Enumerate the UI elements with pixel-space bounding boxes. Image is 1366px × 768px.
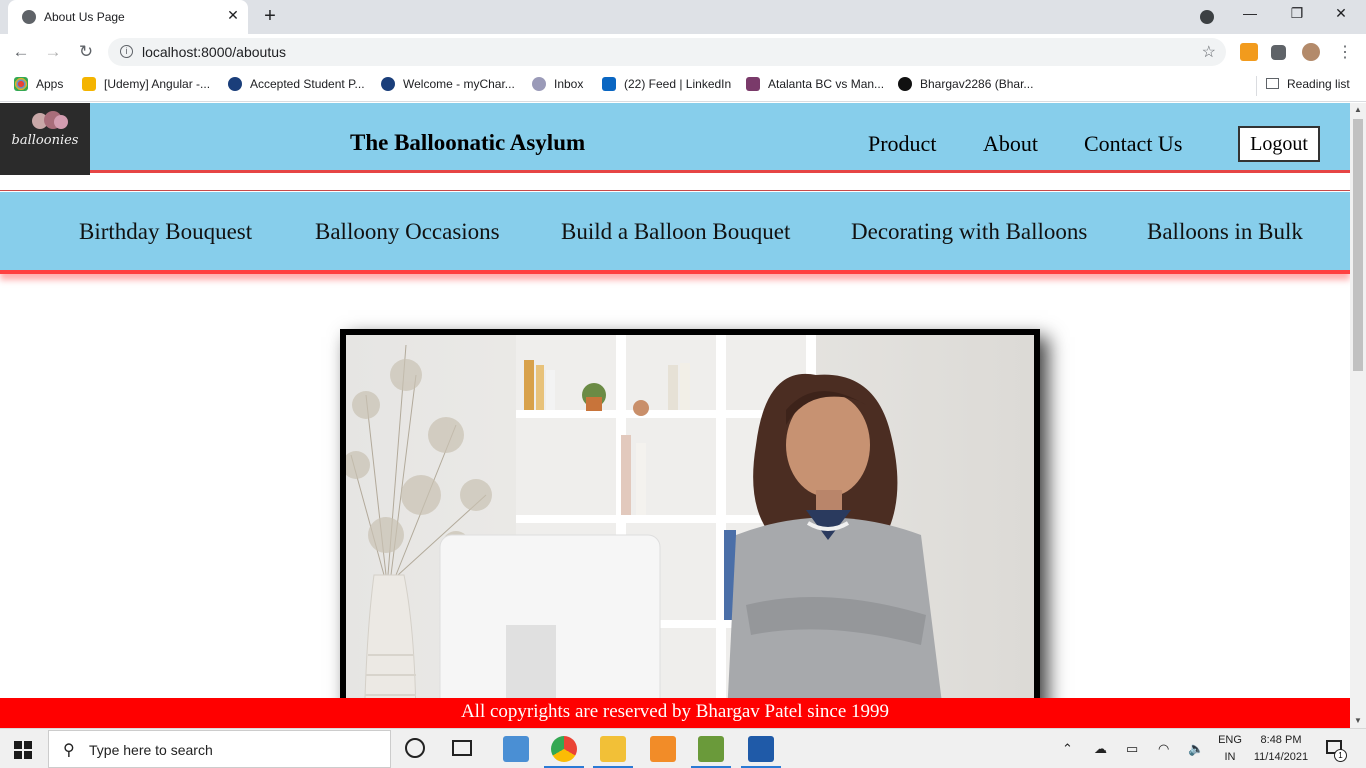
tab-search-icon[interactable] bbox=[1200, 10, 1214, 24]
bookmark-github[interactable]: Bhargav2286 (Bhar... bbox=[898, 77, 1033, 91]
minimize-icon[interactable]: — bbox=[1238, 5, 1262, 21]
github-icon bbox=[898, 77, 912, 91]
nav-contact-us[interactable]: Contact Us bbox=[1084, 131, 1182, 157]
new-tab-button[interactable]: + bbox=[259, 5, 281, 28]
cortana-icon[interactable] bbox=[405, 738, 425, 758]
header-divider bbox=[0, 190, 1350, 191]
restore-icon[interactable]: ❐ bbox=[1285, 5, 1309, 22]
desktop-app-icon[interactable] bbox=[503, 736, 529, 762]
file-explorer-icon[interactable] bbox=[600, 736, 626, 762]
battery-icon[interactable]: ▭ bbox=[1126, 741, 1138, 757]
tray-chevron-icon[interactable]: ⌃ bbox=[1062, 741, 1073, 757]
category-balloony-occasions[interactable]: Balloony Occasions bbox=[315, 219, 500, 245]
bookmark-star-icon[interactable]: ☆ bbox=[1202, 42, 1216, 62]
taskbar-search-box[interactable]: ⚲ Type here to search bbox=[48, 730, 391, 768]
scroll-down-icon[interactable]: ▼ bbox=[1350, 714, 1366, 728]
chrome-icon[interactable] bbox=[551, 736, 577, 762]
linkedin-icon bbox=[602, 77, 616, 91]
mail-icon bbox=[532, 77, 546, 91]
onedrive-cloud-icon[interactable]: ☁ bbox=[1094, 741, 1107, 757]
site-info-icon[interactable]: i bbox=[120, 45, 133, 58]
bookmarks-divider bbox=[1256, 76, 1257, 96]
extension-shopping-icon[interactable] bbox=[1240, 43, 1258, 61]
bookmark-accepted-student[interactable]: Accepted Student P... bbox=[228, 77, 365, 91]
udemy-icon bbox=[82, 77, 96, 91]
site-footer: All copyrights are reserved by Bhargav P… bbox=[0, 698, 1350, 728]
notepad-plus-icon[interactable] bbox=[698, 736, 724, 762]
apps-grid-icon bbox=[14, 77, 28, 91]
site-title: The Balloonatic Asylum bbox=[350, 130, 586, 155]
site-logo[interactable]: balloonies bbox=[0, 103, 90, 175]
category-birthday-bouquest[interactable]: Birthday Bouquest bbox=[79, 219, 252, 245]
tab-title: About Us Page bbox=[44, 10, 125, 24]
bookmark-linkedin[interactable]: (22) Feed | LinkedIn bbox=[602, 77, 731, 91]
powershell-icon[interactable] bbox=[748, 736, 774, 762]
logo-text: balloonies bbox=[11, 133, 79, 148]
forward-arrow-icon[interactable]: → bbox=[42, 42, 64, 62]
soccer-icon bbox=[746, 77, 760, 91]
bookmark-udemy[interactable]: [Udemy] Angular -... bbox=[82, 77, 210, 91]
bookmark-atalanta[interactable]: Atalanta BC vs Man... bbox=[746, 77, 884, 91]
page-viewport: balloonies The Balloonatic Asylum Produc… bbox=[0, 103, 1350, 728]
school-seal-icon bbox=[228, 77, 242, 91]
browser-toolbar: ← → ↻ i localhost:8000/aboutus ☆ ⋮ bbox=[0, 34, 1366, 70]
taskbar-clock[interactable]: 8:48 PM 11/14/2021 bbox=[1248, 732, 1314, 766]
task-view-icon[interactable] bbox=[452, 740, 472, 756]
globe-icon bbox=[22, 10, 36, 24]
back-arrow-icon[interactable]: ← bbox=[10, 42, 32, 62]
address-url[interactable]: localhost:8000/aboutus bbox=[142, 44, 286, 60]
windows-taskbar: ⚲ Type here to search ⌃ ☁ ▭ ◠ 🔈 ENG IN 8… bbox=[0, 728, 1366, 768]
extensions-puzzle-icon[interactable] bbox=[1271, 45, 1286, 60]
scroll-up-icon[interactable]: ▲ bbox=[1350, 103, 1366, 117]
reading-list-button[interactable]: Reading list bbox=[1266, 77, 1350, 91]
category-bulk[interactable]: Balloons in Bulk bbox=[1147, 219, 1303, 245]
school-seal-icon bbox=[381, 77, 395, 91]
taskbar-search-placeholder: Type here to search bbox=[89, 742, 213, 758]
about-photo-frame bbox=[340, 329, 1040, 728]
search-icon: ⚲ bbox=[63, 742, 75, 759]
logout-button[interactable]: Logout bbox=[1238, 126, 1320, 162]
nav-product[interactable]: Product bbox=[868, 131, 936, 157]
language-indicator[interactable]: ENG IN bbox=[1214, 732, 1246, 766]
window-close-icon[interactable]: ✕ bbox=[1329, 5, 1353, 22]
reading-list-icon bbox=[1266, 78, 1279, 89]
office-woman-photo bbox=[346, 335, 946, 728]
bookmark-apps[interactable]: Apps bbox=[14, 77, 63, 91]
tab-close-icon[interactable]: ✕ bbox=[224, 7, 242, 24]
reload-icon[interactable]: ↻ bbox=[75, 42, 97, 62]
profile-avatar[interactable] bbox=[1302, 43, 1320, 61]
wifi-icon[interactable]: ◠ bbox=[1158, 741, 1169, 757]
balloon-icon bbox=[54, 115, 68, 129]
bookmarks-bar: Apps [Udemy] Angular -... Accepted Stude… bbox=[0, 70, 1366, 102]
about-photo bbox=[346, 335, 1034, 728]
xampp-icon[interactable] bbox=[650, 736, 676, 762]
browser-tab-active[interactable]: About Us Page ✕ bbox=[8, 0, 248, 34]
windows-start-icon[interactable] bbox=[14, 741, 32, 759]
bookmark-inbox[interactable]: Inbox bbox=[532, 77, 583, 91]
page-scrollbar[interactable]: ▲ ▼ bbox=[1350, 103, 1366, 728]
scroll-thumb[interactable] bbox=[1353, 119, 1363, 371]
volume-icon[interactable]: 🔈 bbox=[1188, 741, 1204, 757]
menu-kebab-icon[interactable]: ⋮ bbox=[1334, 42, 1356, 62]
bookmark-mycharlotte[interactable]: Welcome - myChar... bbox=[381, 77, 515, 91]
category-build-bouquet[interactable]: Build a Balloon Bouquet bbox=[561, 219, 790, 245]
nav-about[interactable]: About bbox=[983, 131, 1038, 157]
address-bar[interactable]: i localhost:8000/aboutus ☆ bbox=[108, 38, 1226, 66]
notification-count-badge: 1 bbox=[1334, 749, 1347, 762]
browser-tab-strip: About Us Page ✕ + — ❐ ✕ bbox=[0, 0, 1366, 34]
category-nav: Birthday Bouquest Balloony Occasions Bui… bbox=[0, 192, 1350, 274]
category-decorating[interactable]: Decorating with Balloons bbox=[851, 219, 1087, 245]
site-header: balloonies The Balloonatic Asylum Produc… bbox=[0, 103, 1350, 175]
